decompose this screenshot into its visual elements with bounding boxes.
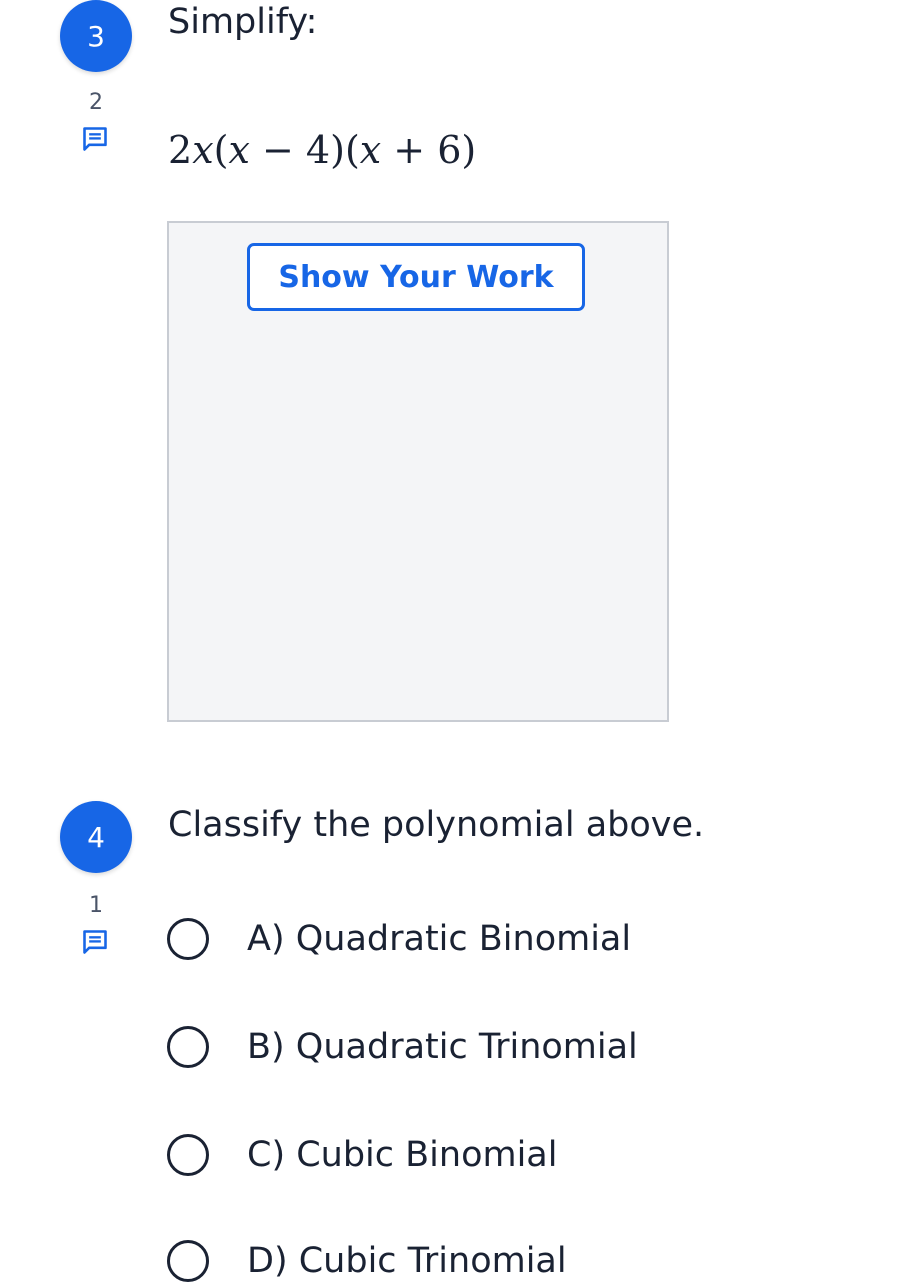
radio-button[interactable]: [167, 1134, 209, 1176]
question-number-badge: 3: [60, 0, 132, 72]
work-area[interactable]: Show Your Work: [167, 221, 669, 722]
answer-choice-a[interactable]: A) Quadratic Binomial: [167, 914, 631, 964]
comment-count: 1: [89, 893, 103, 918]
show-your-work-button[interactable]: Show Your Work: [247, 243, 585, 311]
comment-icon[interactable]: [81, 125, 109, 153]
radio-button[interactable]: [167, 1240, 209, 1282]
choice-label: C) Cubic Binomial: [247, 1135, 558, 1175]
answer-choice-b[interactable]: B) Quadratic Trinomial: [167, 1022, 638, 1072]
choice-label: D) Cubic Trinomial: [247, 1241, 567, 1281]
answer-choice-c[interactable]: C) Cubic Binomial: [167, 1130, 557, 1180]
answer-choice-d[interactable]: D) Cubic Trinomial: [167, 1236, 567, 1286]
choice-label: A) Quadratic Binomial: [247, 919, 632, 959]
choice-label: B) Quadratic Trinomial: [247, 1027, 638, 1067]
math-expression: 2x(x − 4)(x + 6): [168, 128, 477, 172]
comment-icon[interactable]: [81, 928, 109, 956]
question-number: 4: [87, 820, 105, 854]
radio-button[interactable]: [167, 1026, 209, 1068]
question-number-badge: 4: [60, 801, 132, 873]
question-prompt: Classify the polynomial above.: [168, 805, 705, 845]
question-number: 3: [87, 19, 105, 53]
question-prompt: Simplify:: [168, 2, 318, 42]
radio-button[interactable]: [167, 918, 209, 960]
comment-count: 2: [89, 90, 103, 115]
